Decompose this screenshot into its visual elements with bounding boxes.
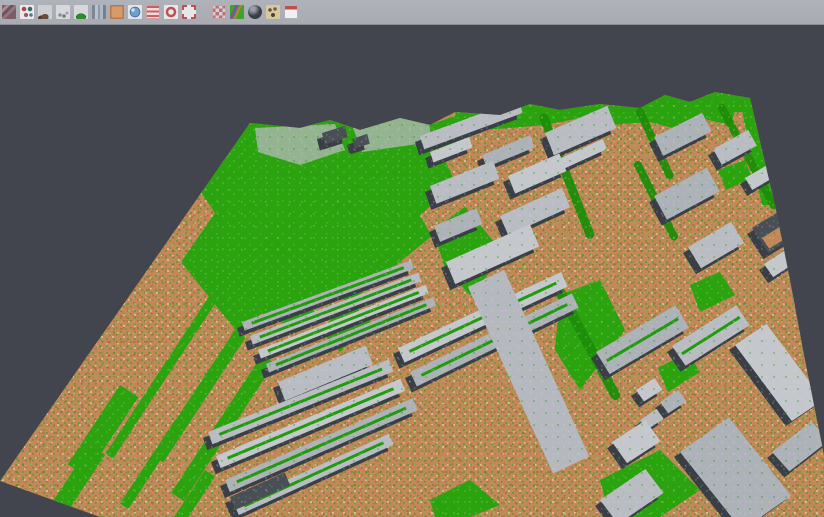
target-circle-icon xyxy=(164,5,178,19)
checkerboard-icon[interactable] xyxy=(210,3,228,21)
sparse-cloud-icon xyxy=(56,5,70,19)
classification-map-icon[interactable] xyxy=(228,3,246,21)
sparse-cloud-icon[interactable] xyxy=(54,3,72,21)
region-brackets-icon[interactable] xyxy=(180,3,198,21)
texture-patch-icon[interactable] xyxy=(0,3,18,21)
texture-atlas-icon xyxy=(266,5,280,19)
mesh-sphere-icon[interactable] xyxy=(246,3,264,21)
application-window xyxy=(0,0,824,517)
orthophoto-icon xyxy=(110,5,124,19)
dem-hill-icon xyxy=(38,5,52,19)
3d-viewport[interactable] xyxy=(0,25,824,517)
region-brackets-icon xyxy=(182,5,196,19)
orthophoto-icon[interactable] xyxy=(108,3,126,21)
texture-atlas-icon[interactable] xyxy=(264,3,282,21)
layers-lines-icon xyxy=(146,5,160,19)
texture-patch-icon xyxy=(2,5,16,19)
toolbar xyxy=(0,0,824,25)
reset-strip-icon xyxy=(284,5,298,19)
profile-column-icon[interactable] xyxy=(90,3,108,21)
target-circle-icon[interactable] xyxy=(162,3,180,21)
terrain-green-icon xyxy=(74,5,88,19)
tie-points-icon[interactable] xyxy=(18,3,36,21)
point-cloud-scene[interactable] xyxy=(0,25,824,517)
terrain-green-icon[interactable] xyxy=(72,3,90,21)
mesh-sphere-icon xyxy=(248,5,262,19)
profile-column-icon xyxy=(92,5,106,19)
reset-strip-icon[interactable] xyxy=(282,3,300,21)
globe-icon[interactable] xyxy=(126,3,144,21)
globe-icon xyxy=(128,5,142,19)
layers-lines-icon[interactable] xyxy=(144,3,162,21)
terrain-tile xyxy=(0,25,824,517)
toolbar-separator xyxy=(198,3,210,21)
classification-map-icon xyxy=(230,5,244,19)
tie-points-icon xyxy=(20,5,34,19)
checkerboard-icon xyxy=(212,5,226,19)
dem-hill-icon[interactable] xyxy=(36,3,54,21)
